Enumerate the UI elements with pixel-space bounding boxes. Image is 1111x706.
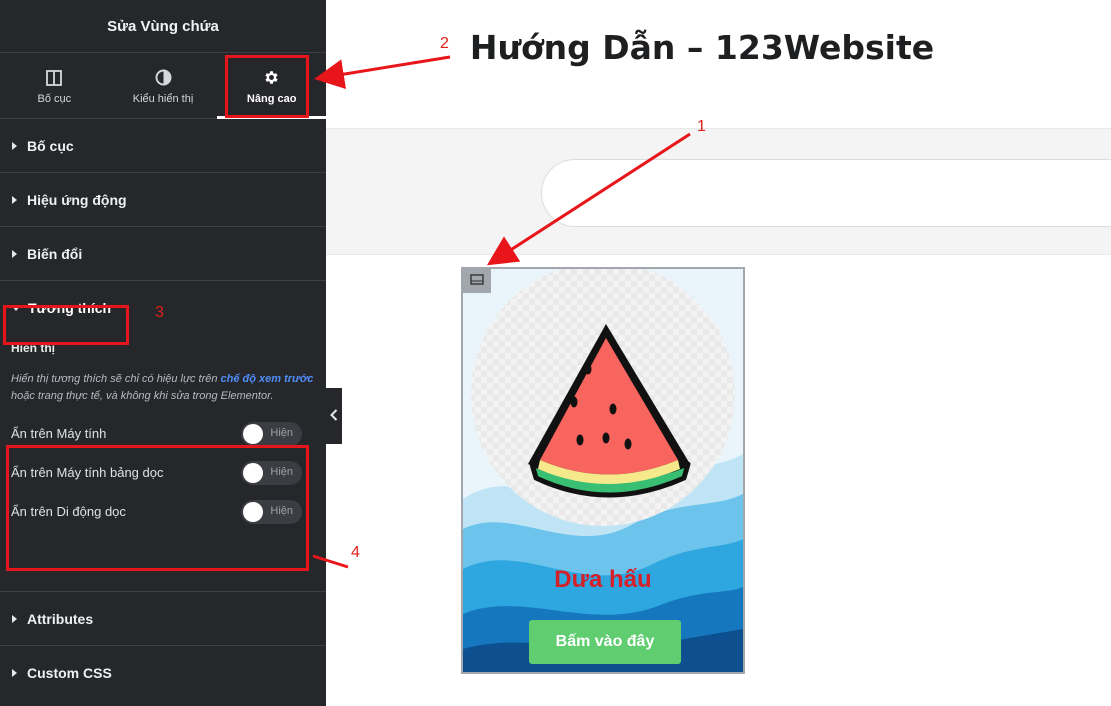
hide-desktop-label: Ẩn trên Máy tính bbox=[11, 426, 107, 441]
caret-right-icon bbox=[12, 614, 17, 623]
tab-layout[interactable]: Bố cục bbox=[0, 53, 109, 118]
section-layout[interactable]: Bố cục bbox=[0, 119, 326, 173]
tab-style[interactable]: Kiểu hiển thị bbox=[109, 53, 218, 118]
cta-button[interactable]: Bấm vào đây bbox=[529, 620, 681, 664]
contrast-icon bbox=[155, 67, 172, 89]
card-title: Dưa hấu bbox=[554, 566, 652, 593]
toggle-state: Hiện bbox=[270, 426, 293, 439]
search-input[interactable] bbox=[541, 159, 1111, 227]
section-custom-css[interactable]: Custom CSS bbox=[0, 646, 326, 700]
highlight-responsive-section bbox=[3, 305, 129, 345]
section-motion-label: Hiệu ứng động bbox=[27, 191, 127, 208]
visibility-note: Hiển thị tương thích sẽ chỉ có hiệu lực … bbox=[0, 371, 326, 404]
section-attributes[interactable]: Attributes bbox=[0, 592, 326, 646]
container-icon bbox=[470, 272, 484, 290]
toggle-knob bbox=[243, 423, 263, 444]
caret-right-icon bbox=[12, 195, 17, 204]
section-motion-effects[interactable]: Hiệu ứng động bbox=[0, 173, 326, 227]
panel-collapse-button[interactable] bbox=[326, 388, 342, 444]
highlight-toggles bbox=[6, 445, 309, 571]
annotation-4: 4 bbox=[351, 544, 360, 561]
hide-desktop-toggle[interactable]: Hiện bbox=[241, 421, 302, 446]
annotation-1: 1 bbox=[697, 118, 706, 135]
annotation-3: 3 bbox=[155, 304, 164, 321]
columns-icon bbox=[46, 67, 63, 89]
caret-right-icon bbox=[12, 141, 17, 150]
section-transform[interactable]: Biến đổi bbox=[0, 227, 326, 281]
watermelon-image bbox=[528, 324, 691, 498]
caret-right-icon bbox=[12, 249, 17, 258]
note-text-2: hoặc trang thực tế, và không khi sửa tro… bbox=[11, 389, 274, 402]
annotation-2: 2 bbox=[440, 35, 449, 52]
note-text-1: Hiển thị tương thích sẽ chỉ có hiệu lực … bbox=[11, 373, 221, 385]
section-transform-label: Biến đổi bbox=[27, 245, 83, 262]
section-attributes-label: Attributes bbox=[27, 610, 94, 627]
section-layout-label: Bố cục bbox=[27, 137, 74, 154]
caret-right-icon bbox=[12, 669, 17, 677]
chevron-left-icon bbox=[330, 408, 338, 424]
container-handle[interactable] bbox=[463, 269, 491, 293]
section-custom-css-label: Custom CSS bbox=[27, 665, 112, 681]
product-card[interactable]: Dưa hấu Bấm vào đây bbox=[461, 267, 745, 674]
tab-layout-label: Bố cục bbox=[37, 92, 72, 105]
preview-mode-link[interactable]: chế độ xem trước bbox=[221, 373, 314, 385]
panel-title: Sửa Vùng chứa bbox=[0, 0, 326, 53]
page-title: Hướng Dẫn – 123Website bbox=[469, 28, 935, 67]
tab-style-label: Kiểu hiển thị bbox=[132, 92, 194, 105]
highlight-advanced-tab bbox=[225, 55, 309, 118]
